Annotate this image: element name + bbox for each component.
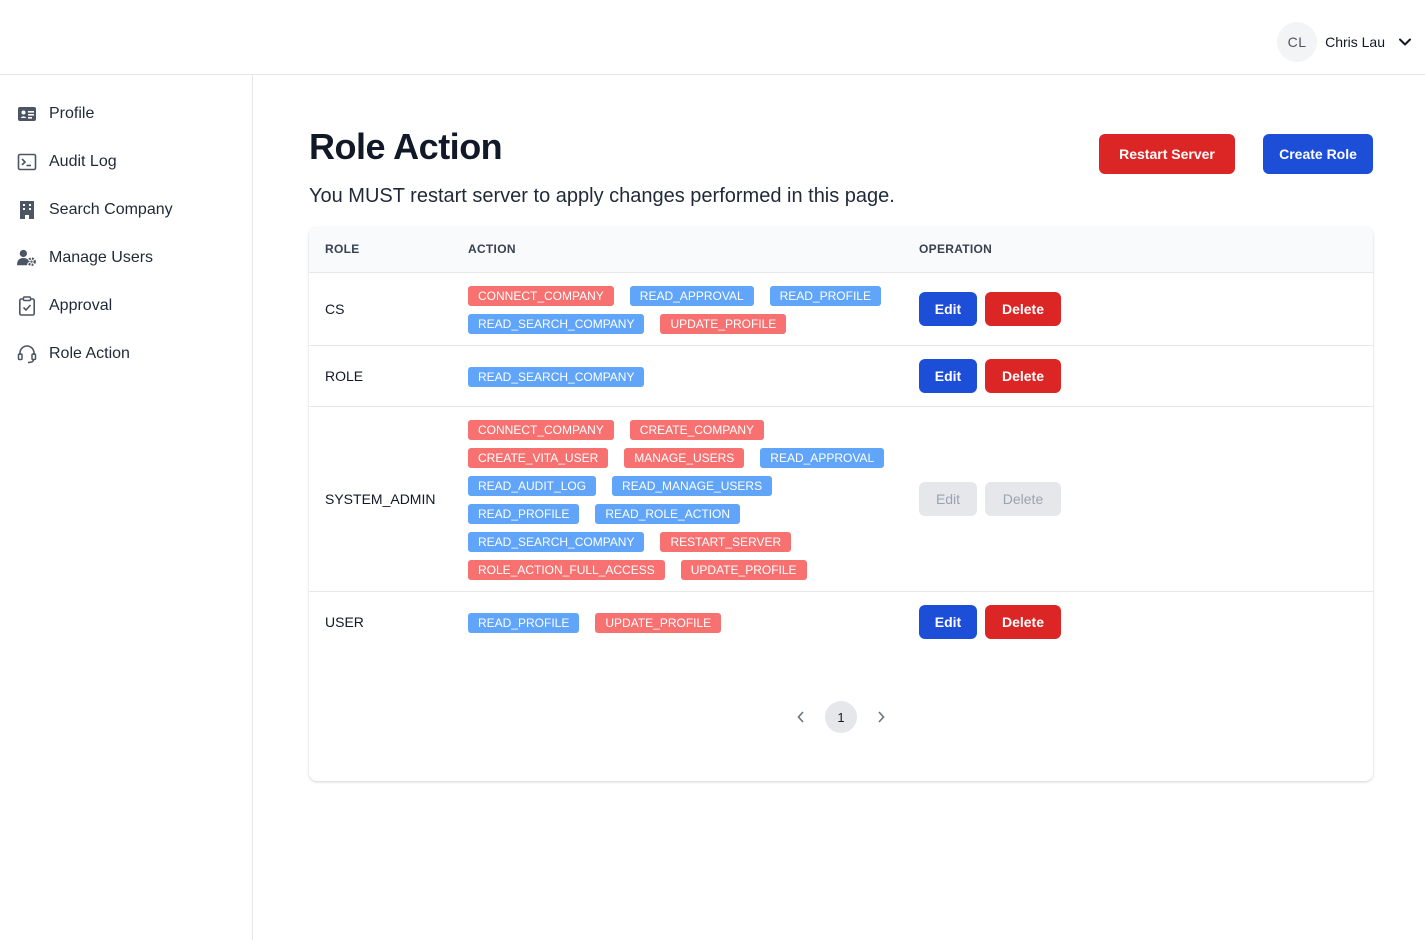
edit-button[interactable]: Edit (919, 604, 977, 639)
role-table-card: ROLE ACTION OPERATION CS CONNECT_COMPANY R… (309, 227, 1373, 781)
table-row: SYSTEM_ADMIN CONNECT_COMPANY CREATE_COMPAN… (309, 405, 1373, 591)
operation-buttons: Edit Delete (919, 604, 1373, 639)
sidebar-item-approval[interactable]: Approval (0, 294, 252, 318)
operation-cell: Edit Delete (903, 344, 1373, 406)
headset-icon (17, 344, 37, 364)
chevron-right-icon[interactable] (873, 709, 889, 725)
action-tag: UPDATE_PROFILE (595, 612, 722, 633)
action-tag: UPDATE_PROFILE (660, 313, 787, 334)
chevron-down-icon[interactable] (1397, 34, 1413, 50)
column-header-action: ACTION (468, 242, 516, 257)
actions-cell: READ_PROFILE UPDATE_PROFILE (452, 590, 903, 652)
sidebar-item-label: Search Company (49, 201, 173, 218)
restart-server-button[interactable]: Restart Server (1099, 134, 1235, 174)
pagination: 1 (309, 701, 1373, 733)
table-row: USER READ_PROFILE UPDATE_PROFILE Edit Delete (309, 590, 1373, 652)
user-gear-icon (17, 248, 37, 268)
role-name-cell: SYSTEM_ADMIN (309, 405, 452, 591)
user-menu[interactable]: CL Chris Lau (1277, 22, 1413, 62)
action-tag-list: CONNECT_COMPANY READ_APPROVAL READ_PROFILE… (468, 285, 888, 334)
action-tag: READ_SEARCH_COMPANY (468, 313, 645, 334)
column-header-operation: OPERATION (919, 242, 993, 257)
id-card-icon (17, 104, 37, 124)
table-header-row: ROLE ACTION OPERATION (309, 227, 1373, 272)
action-tag-list: CONNECT_COMPANY CREATE_COMPANY CREATE_VITA… (468, 419, 888, 580)
operation-cell: Edit Delete (903, 405, 1373, 591)
delete-button[interactable]: Delete (985, 604, 1061, 639)
action-tag: READ_SEARCH_COMPANY (468, 366, 645, 387)
edit-button[interactable]: Edit (919, 291, 977, 326)
action-tag: CREATE_VITA_USER (468, 447, 609, 468)
page-number-button[interactable]: 1 (825, 701, 857, 733)
building-icon (17, 200, 37, 220)
role-name-cell: ROLE (309, 344, 452, 406)
operation-cell: Edit Delete (903, 271, 1373, 345)
page-title: Role Action (309, 126, 503, 167)
action-tag: READ_PROFILE (769, 285, 881, 306)
action-tag: READ_SEARCH_COMPANY (468, 531, 645, 552)
page-subtitle: You MUST restart server to apply changes… (309, 185, 895, 207)
action-tag: CREATE_COMPANY (629, 419, 765, 440)
action-tag: READ_AUDIT_LOG (468, 475, 597, 496)
operation-buttons: Edit Delete (919, 291, 1373, 326)
user-name[interactable]: Chris Lau (1325, 34, 1385, 50)
actions-cell: READ_SEARCH_COMPANY (452, 344, 903, 406)
operation-cell: Edit Delete (903, 590, 1373, 652)
column-header-role: ROLE (325, 242, 360, 257)
sidebar: Profile Audit Log Search Company Manage … (0, 75, 253, 940)
delete-button[interactable]: Delete (985, 358, 1061, 393)
avatar[interactable]: CL (1277, 22, 1318, 62)
sidebar-item-role-action[interactable]: Role Action (0, 342, 252, 366)
role-name-cell: USER (309, 590, 452, 652)
action-tag: READ_PROFILE (468, 612, 580, 633)
operation-buttons: Edit Delete (919, 481, 1373, 516)
sidebar-item-search-company[interactable]: Search Company (0, 198, 252, 222)
action-tag: READ_ROLE_ACTION (595, 503, 741, 524)
action-tag: RESTART_SERVER (660, 531, 792, 552)
chevron-left-icon[interactable] (793, 709, 809, 725)
table-row: CS CONNECT_COMPANY READ_APPROVAL READ_PROFI… (309, 271, 1373, 345)
edit-button: Edit (919, 481, 977, 516)
sidebar-item-audit-log[interactable]: Audit Log (0, 150, 252, 174)
sidebar-item-label: Approval (49, 297, 113, 314)
action-tag: UPDATE_PROFILE (680, 559, 807, 580)
role-table: ROLE ACTION OPERATION CS CONNECT_COMPANY R… (309, 227, 1373, 652)
create-role-button[interactable]: Create Role (1263, 134, 1373, 174)
sidebar-item-manage-users[interactable]: Manage Users (0, 246, 252, 270)
delete-button: Delete (985, 481, 1061, 516)
main-content: Role Action You MUST restart server to a… (253, 75, 1425, 940)
actions-cell: CONNECT_COMPANY READ_APPROVAL READ_PROFILE… (452, 271, 903, 345)
terminal-icon (17, 152, 37, 172)
top-bar: CL Chris Lau (0, 0, 1425, 75)
clipboard-check-icon (17, 296, 37, 316)
action-tag: MANAGE_USERS (624, 447, 745, 468)
sidebar-item-label: Audit Log (49, 153, 117, 170)
action-tag: ROLE_ACTION_FULL_ACCESS (468, 559, 665, 580)
action-tag: READ_MANAGE_USERS (612, 475, 773, 496)
role-name-cell: CS (309, 271, 452, 345)
operation-buttons: Edit Delete (919, 358, 1373, 393)
action-tag: READ_APPROVAL (760, 447, 885, 468)
table-row: ROLE READ_SEARCH_COMPANY Edit Delete (309, 344, 1373, 406)
actions-cell: CONNECT_COMPANY CREATE_COMPANY CREATE_VITA… (452, 405, 903, 591)
action-tag: CONNECT_COMPANY (468, 419, 614, 440)
sidebar-item-label: Manage Users (49, 249, 154, 266)
action-tag-list: READ_PROFILE UPDATE_PROFILE (468, 612, 888, 633)
action-tag: CONNECT_COMPANY (468, 285, 614, 306)
sidebar-item-label: Profile (49, 105, 95, 122)
table-body: CS CONNECT_COMPANY READ_APPROVAL READ_PROFI… (309, 271, 1373, 652)
sidebar-item-label: Role Action (49, 345, 130, 362)
edit-button[interactable]: Edit (919, 358, 977, 393)
action-tag-list: READ_SEARCH_COMPANY (468, 366, 888, 387)
delete-button[interactable]: Delete (985, 291, 1061, 326)
sidebar-item-profile[interactable]: Profile (0, 102, 252, 126)
action-tag: READ_APPROVAL (629, 285, 754, 306)
action-tag: READ_PROFILE (468, 503, 580, 524)
